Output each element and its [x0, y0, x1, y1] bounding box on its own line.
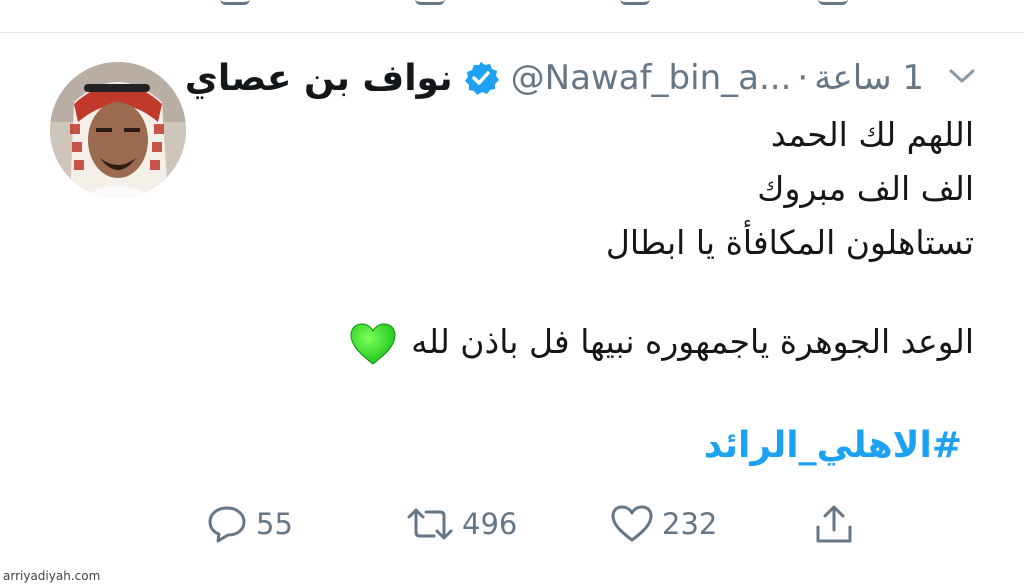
- tweet-line: الوعد الجوهرة ياجمهوره نبيها فل باذن لله: [411, 322, 974, 361]
- tweet-line: الف الف مبروك: [757, 169, 974, 208]
- tweet-timestamp[interactable]: 1 ساعة: [814, 58, 924, 98]
- tweet-line-with-emoji: الوعد الجوهرة ياجمهوره نبيها فل باذن لله: [274, 315, 974, 369]
- share-icon[interactable]: [818, 0, 848, 5]
- source-watermark: arriyadiyah.com: [3, 569, 101, 583]
- tweet-line: تستاهلون المكافأة يا ابطال: [605, 223, 974, 262]
- like-icon[interactable]: [620, 0, 650, 5]
- header-separator: ·: [797, 58, 809, 98]
- verified-badge-icon: [464, 62, 499, 95]
- tweet-actions: 55 496 232: [0, 500, 1024, 550]
- user-handle[interactable]: @Nawaf_bin_a...: [511, 58, 792, 98]
- avatar[interactable]: [50, 62, 186, 198]
- retweet-button[interactable]: 496: [406, 500, 517, 548]
- hashtag-link[interactable]: #الاهلي_الرائد: [704, 425, 962, 466]
- share-button[interactable]: [814, 500, 854, 548]
- reply-button[interactable]: 55: [206, 500, 293, 548]
- like-count: 232: [662, 507, 718, 541]
- tweet-text: اللهم لك الحمد الف الف مبروك تستاهلون ال…: [274, 108, 974, 369]
- previous-tweet-actions: [0, 0, 1024, 6]
- retweet-count: 496: [462, 507, 518, 541]
- reply-count: 55: [256, 507, 293, 541]
- share-icon: [816, 505, 852, 543]
- tweet-screen: 1 ساعة · @Nawaf_bin_a... نواف بن عصاي ال…: [0, 0, 1024, 587]
- like-button[interactable]: 232: [610, 500, 717, 548]
- reply-icon[interactable]: [220, 0, 250, 5]
- green-heart-icon: [350, 322, 396, 365]
- tweet-header: 1 ساعة · @Nawaf_bin_a... نواف بن عصاي: [185, 50, 976, 106]
- tweet-line: اللهم لك الحمد: [770, 115, 974, 154]
- retweet-icon[interactable]: [415, 0, 445, 5]
- tweet-divider: [0, 32, 1024, 33]
- reply-icon: [208, 506, 246, 543]
- heart-icon: [611, 505, 653, 542]
- retweet-icon: [407, 508, 453, 540]
- display-name[interactable]: نواف بن عصاي: [185, 58, 453, 99]
